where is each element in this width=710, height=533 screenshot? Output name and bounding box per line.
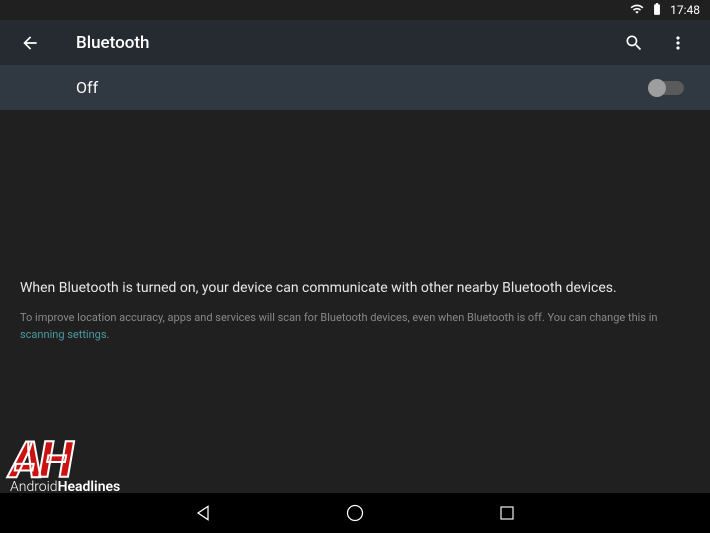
search-button[interactable] [620,29,648,57]
overflow-menu-button[interactable] [664,29,692,57]
nav-recents-button[interactable] [496,502,518,524]
bluetooth-switch[interactable] [650,81,684,95]
toggle-state-label: Off [76,78,98,97]
scanning-settings-link[interactable]: scanning settings [20,328,107,341]
bluetooth-toggle-row[interactable]: Off [0,65,710,110]
content-area: When Bluetooth is turned on, your device… [0,110,710,343]
navigation-bar [0,493,710,533]
switch-thumb [648,79,666,97]
info-text: When Bluetooth is turned on, your device… [20,280,690,296]
app-bar: Bluetooth [0,20,710,65]
status-time: 17:48 [670,3,700,17]
search-icon [624,33,644,53]
more-vert-icon [668,33,688,53]
battery-icon [650,2,664,19]
status-bar: 17:48 [0,0,710,20]
back-button[interactable] [18,31,42,55]
page-title: Bluetooth [76,33,150,53]
watermark-logo: AH [10,441,120,481]
watermark: AH AndroidHeadlines [10,441,120,495]
sub-info-text: To improve location accuracy, apps and s… [20,310,690,343]
nav-home-button[interactable] [344,502,366,524]
wifi-icon [630,2,644,19]
nav-back-button[interactable] [192,502,214,524]
